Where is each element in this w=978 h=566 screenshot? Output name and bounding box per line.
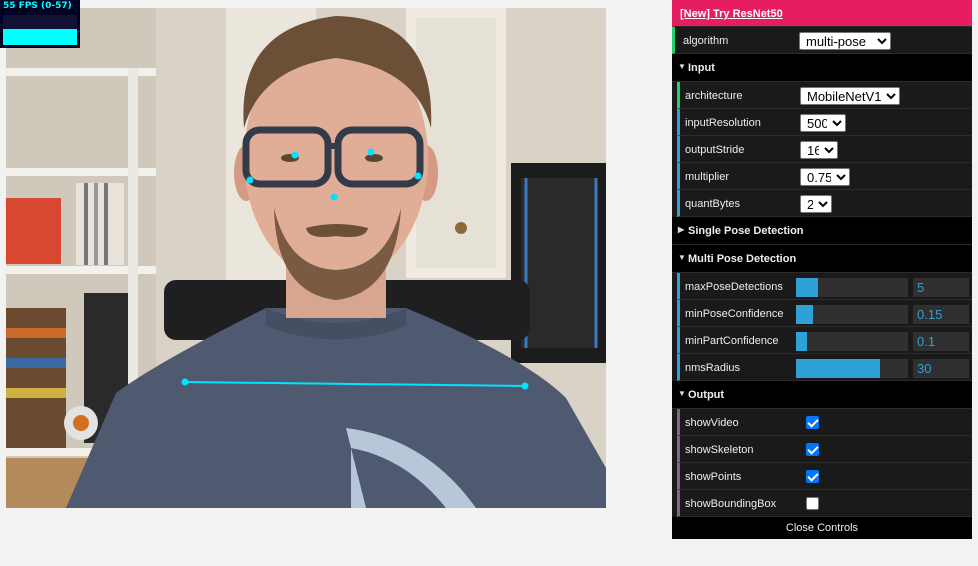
architecture-row: architecture MobileNetV1 <box>677 82 972 109</box>
max-pose-detections-input[interactable]: 5 <box>913 278 969 297</box>
max-pose-detections-label: maxPoseDetections <box>685 281 783 293</box>
input-resolution-row: inputResolution 500 <box>677 109 972 136</box>
quant-bytes-label: quantBytes <box>685 198 741 210</box>
controls-panel: [New] Try ResNet50 algorithm multi-pose … <box>672 0 972 539</box>
min-part-confidence-row: minPartConfidence 0.1 <box>677 327 972 354</box>
video-canvas <box>6 8 606 508</box>
expanded-triangle-icon: ▼ <box>678 389 686 398</box>
show-skeleton-row: showSkeleton <box>677 436 972 463</box>
architecture-select[interactable]: MobileNetV1 <box>800 87 900 105</box>
nms-radius-label: nmsRadius <box>685 362 741 374</box>
min-part-confidence-input[interactable]: 0.1 <box>913 332 969 351</box>
webcam-frame <box>6 8 606 508</box>
input-resolution-select[interactable]: 500 <box>800 114 846 132</box>
input-folder-title[interactable]: ▼ Input <box>672 54 972 82</box>
keypoint-left-eye <box>291 151 299 159</box>
max-pose-detections-slider[interactable] <box>796 278 908 297</box>
architecture-label: architecture <box>685 90 743 102</box>
slider-fill <box>796 359 880 378</box>
multiplier-select[interactable]: 0.75 <box>800 168 850 186</box>
expanded-triangle-icon: ▼ <box>678 253 686 262</box>
keypoint-right-eye <box>367 148 375 156</box>
expanded-triangle-icon: ▼ <box>678 62 686 71</box>
keypoint-nose <box>330 193 338 201</box>
algorithm-select[interactable]: multi-pose <box>799 32 891 50</box>
fps-graph-fill <box>3 28 77 45</box>
input-resolution-label: inputResolution <box>685 117 761 129</box>
keypoint-left-ear <box>246 176 254 184</box>
show-video-checkbox[interactable] <box>806 416 819 429</box>
max-pose-detections-row: maxPoseDetections 5 <box>677 273 972 300</box>
show-video-label: showVideo <box>685 417 739 429</box>
min-pose-confidence-label: minPoseConfidence <box>685 308 784 320</box>
slider-fill <box>796 305 813 324</box>
multi-pose-folder-label: Multi Pose Detection <box>688 253 797 265</box>
output-folder-label: Output <box>688 389 725 401</box>
min-pose-confidence-input[interactable]: 0.15 <box>913 305 969 324</box>
show-skeleton-checkbox[interactable] <box>806 443 819 456</box>
nms-radius-input[interactable]: 30 <box>913 359 969 378</box>
input-folder: architecture MobileNetV1 inputResolution… <box>677 82 972 217</box>
show-skeleton-label: showSkeleton <box>685 444 754 456</box>
single-pose-folder-label: Single Pose Detection <box>688 225 804 237</box>
show-points-label: showPoints <box>685 471 742 483</box>
keypoint-right-ear <box>414 172 422 180</box>
single-pose-folder-title[interactable]: ▶ Single Pose Detection <box>672 217 972 245</box>
min-part-confidence-label: minPartConfidence <box>685 335 779 347</box>
multiplier-label: multiplier <box>685 171 730 183</box>
show-points-row: showPoints <box>677 463 972 490</box>
quant-bytes-select[interactable]: 2 <box>800 195 832 213</box>
close-controls-button[interactable]: Close Controls <box>672 517 972 539</box>
input-folder-label: Input <box>688 62 715 74</box>
show-bounding-box-label: showBoundingBox <box>685 498 777 510</box>
min-part-confidence-slider[interactable] <box>796 332 908 351</box>
nms-radius-slider[interactable] <box>796 359 908 378</box>
resnet-link-row: [New] Try ResNet50 <box>672 0 972 27</box>
slider-fill <box>796 278 819 297</box>
keypoint-right-shoulder <box>521 382 529 390</box>
fps-meter[interactable]: 55 FPS (0-57) <box>0 0 80 48</box>
fps-graph <box>3 15 77 45</box>
show-points-checkbox[interactable] <box>806 470 819 483</box>
quant-bytes-row: quantBytes 2 <box>677 190 972 217</box>
min-pose-confidence-slider[interactable] <box>796 305 908 324</box>
algorithm-row: algorithm multi-pose <box>672 27 972 54</box>
output-folder-title[interactable]: ▼ Output <box>672 381 972 409</box>
output-stride-row: outputStride 16 <box>677 136 972 163</box>
slider-fill <box>796 332 808 351</box>
collapsed-triangle-icon: ▶ <box>678 225 685 234</box>
output-stride-select[interactable]: 16 <box>800 141 838 159</box>
fps-text: 55 FPS (0-57) <box>3 1 72 11</box>
multiplier-row: multiplier 0.75 <box>677 163 972 190</box>
multi-pose-folder: maxPoseDetections 5 minPoseConfidence 0.… <box>677 273 972 381</box>
min-pose-confidence-row: minPoseConfidence 0.15 <box>677 300 972 327</box>
multi-pose-folder-title[interactable]: ▼ Multi Pose Detection <box>672 245 972 273</box>
show-video-row: showVideo <box>677 409 972 436</box>
output-stride-label: outputStride <box>685 144 745 156</box>
keypoint-left-shoulder <box>181 378 189 386</box>
output-folder: showVideo showSkeleton showPoints showBo… <box>677 409 972 517</box>
show-bounding-box-row: showBoundingBox <box>677 490 972 517</box>
algorithm-label: algorithm <box>683 35 729 47</box>
try-resnet-link[interactable]: [New] Try ResNet50 <box>680 8 783 20</box>
show-bounding-box-checkbox[interactable] <box>806 497 819 510</box>
nms-radius-row: nmsRadius 30 <box>677 354 972 381</box>
